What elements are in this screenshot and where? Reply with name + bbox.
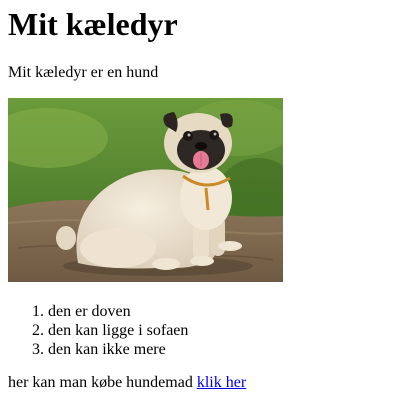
- list-item: den er doven: [48, 302, 188, 321]
- page-title: Mit kæledyr: [8, 6, 178, 42]
- pug-photo: [8, 98, 283, 282]
- list-item: den kan ligge i sofaen: [48, 321, 188, 340]
- page: Mit kæledyr Mit kæledyr er en hund 1. de…: [0, 0, 400, 400]
- footer-text: her kan man købe hundemad klik her: [8, 373, 246, 393]
- footer-label: her kan man købe hundemad: [8, 374, 197, 391]
- intro-text: Mit kæledyr er en hund: [8, 64, 159, 81]
- list-item: den kan ikke mere: [48, 340, 188, 359]
- trait-list: den er doven den kan ligge i sofaen den …: [8, 302, 188, 359]
- buy-food-link[interactable]: klik her: [197, 374, 246, 391]
